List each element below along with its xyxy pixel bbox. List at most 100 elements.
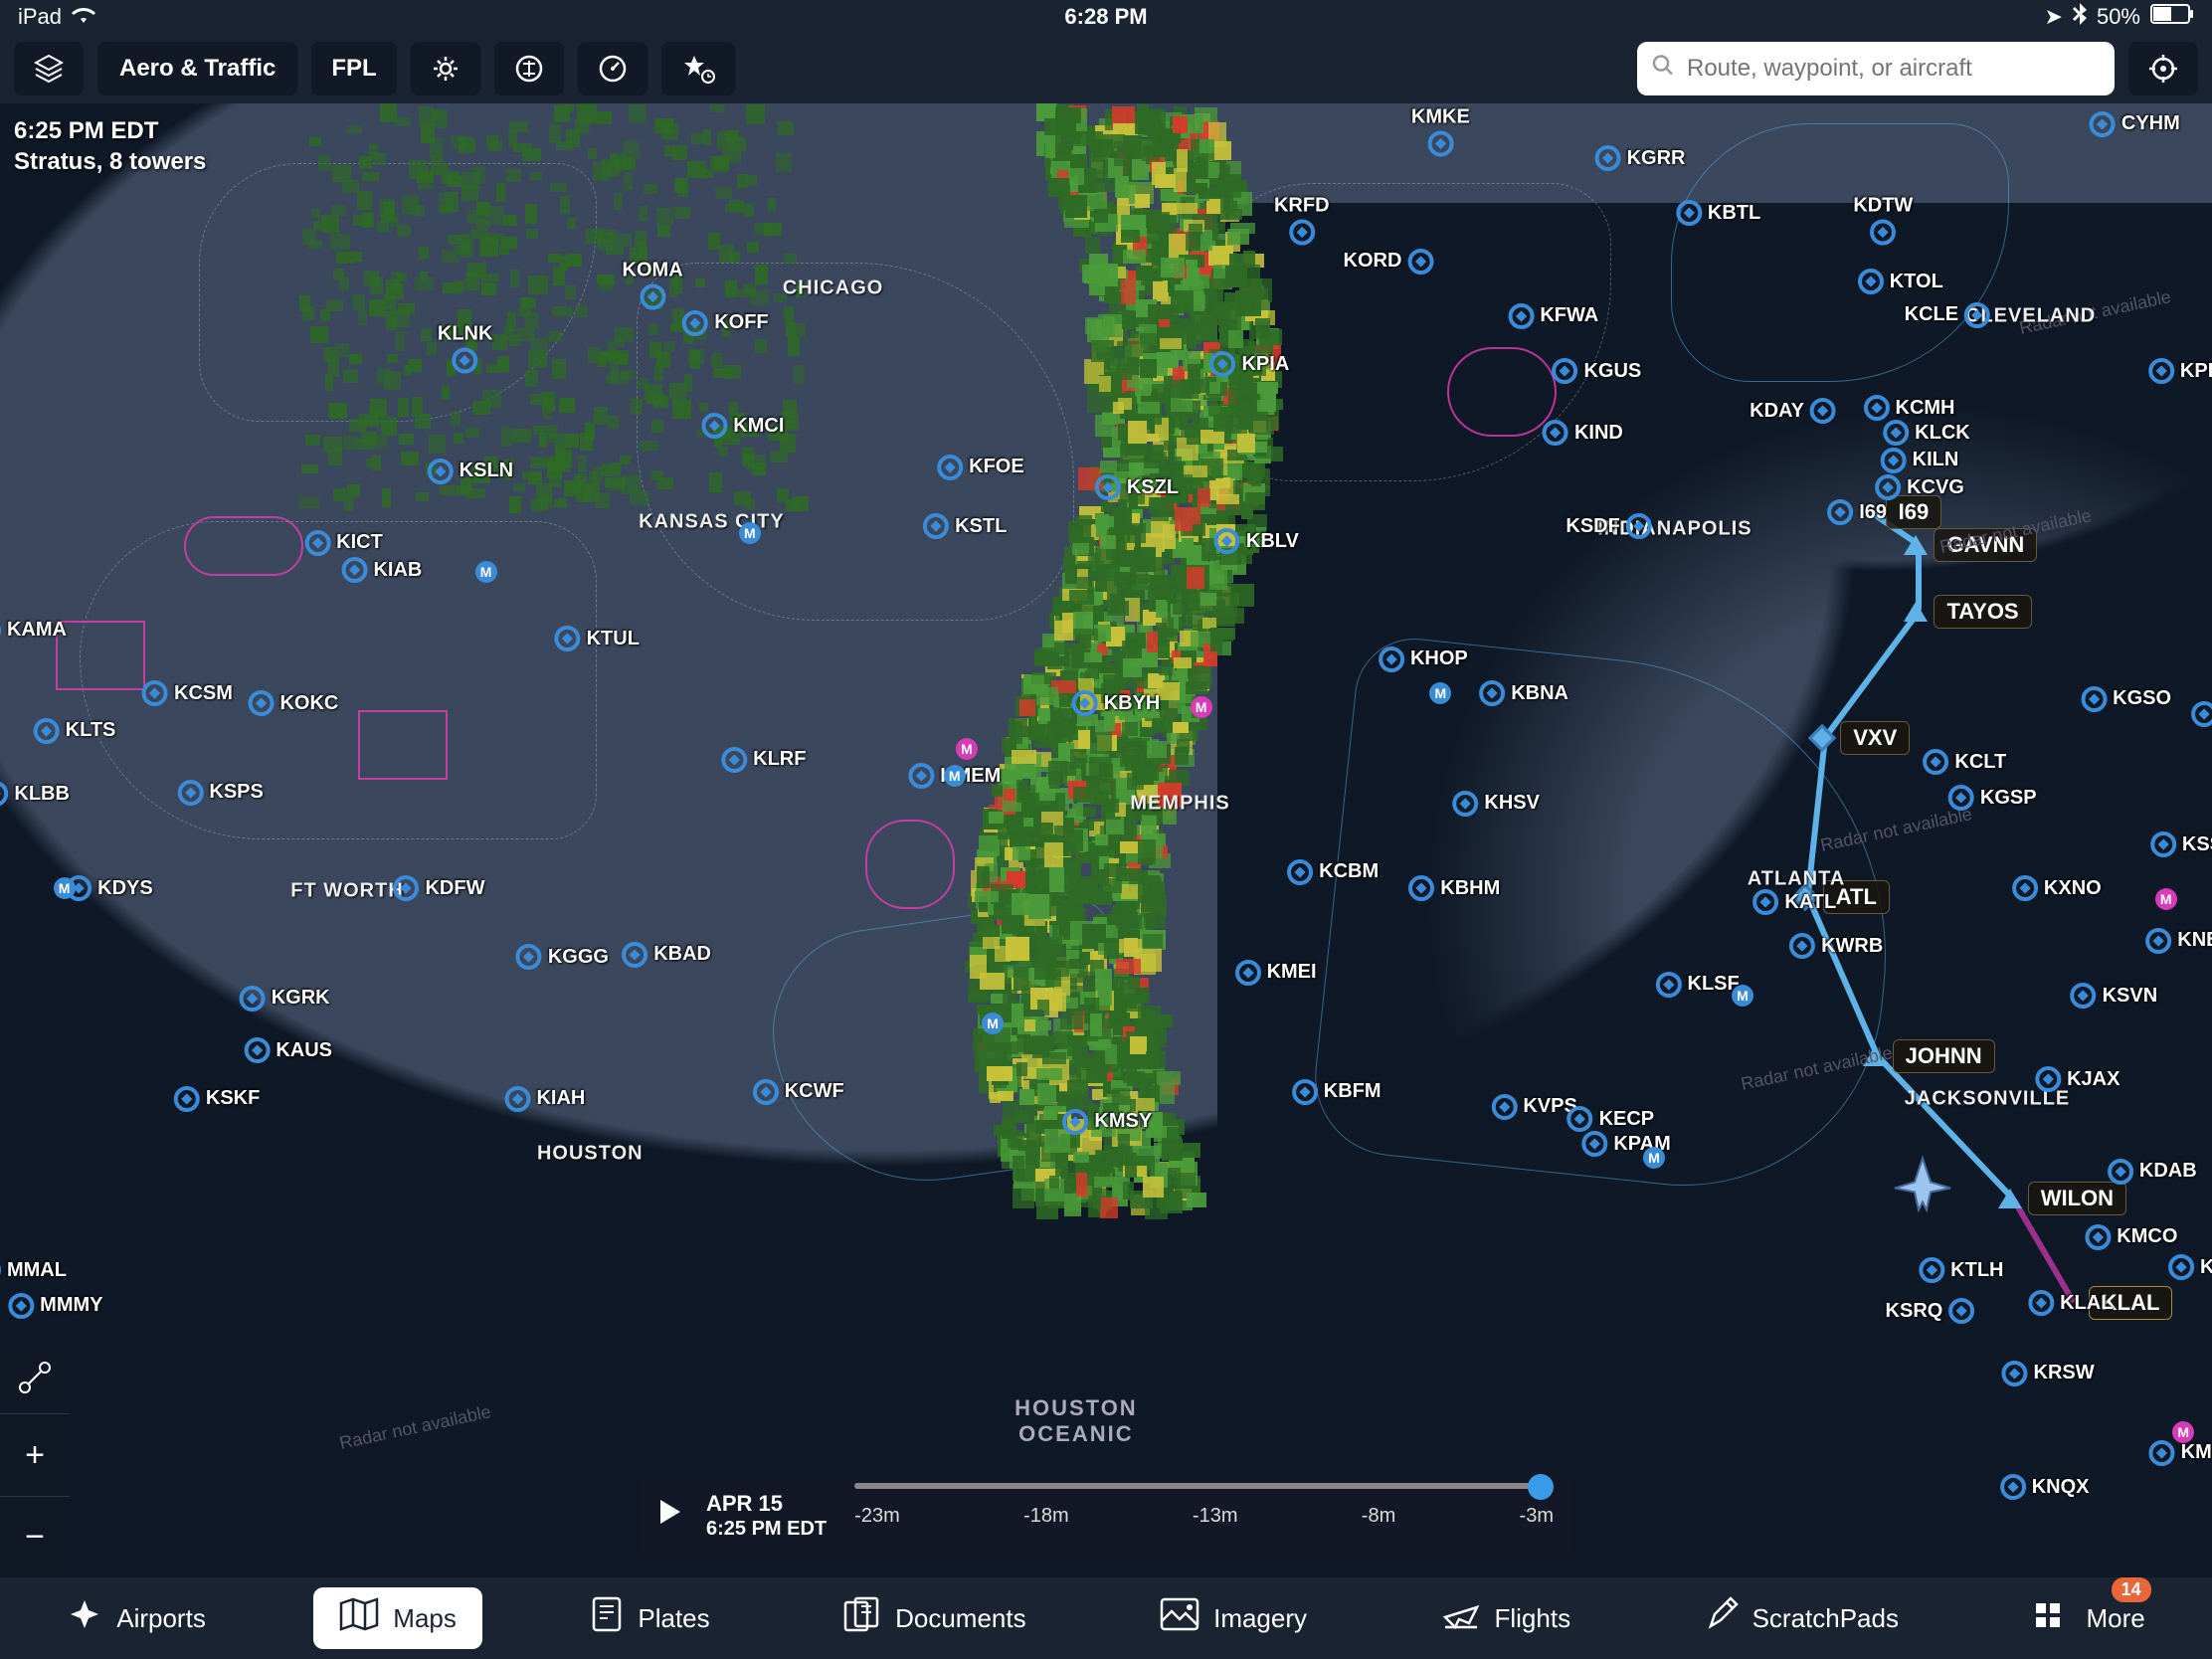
layers-button[interactable] — [14, 42, 84, 95]
timeline-time: 6:25 PM EDT — [706, 1517, 827, 1541]
radar-source: Stratus, 8 towers — [14, 146, 206, 177]
aero-traffic-button[interactable]: Aero & Traffic — [97, 42, 297, 95]
device-label: iPad — [18, 4, 62, 30]
city-label: ATLANTA — [1748, 867, 1845, 890]
tfr-area — [184, 516, 303, 576]
radar-timeline[interactable]: APR 15 6:25 PM EDT -23m-18m-13m-8m-3m — [639, 1472, 1573, 1560]
ownship-icon — [1891, 1152, 1954, 1228]
metar-dot[interactable]: M — [739, 522, 761, 544]
settings-button[interactable] — [411, 42, 480, 95]
crosshair-icon — [2148, 54, 2178, 84]
airports-icon — [67, 1596, 102, 1640]
metar-dot[interactable]: M — [982, 1013, 1004, 1034]
city-label: JACKSONVILLE — [1905, 1087, 2070, 1110]
fpl-button[interactable]: FPL — [311, 42, 396, 95]
waypoint-chip[interactable]: VXV — [1840, 721, 1910, 755]
brightness-button[interactable] — [494, 42, 564, 95]
plates-icon — [590, 1596, 624, 1640]
metar-dot[interactable]: M — [944, 765, 966, 787]
radar-time: 6:25 PM EDT — [14, 115, 206, 146]
metar-dot[interactable]: M — [54, 877, 76, 899]
bottom-nav: Airports Maps Plates Documents Imagery Flight… — [0, 1577, 2212, 1659]
waypoint-chip[interactable]: JOHNN — [1893, 1039, 1995, 1073]
timeline-tick: -18m — [1023, 1505, 1069, 1528]
flights-icon — [1441, 1597, 1481, 1639]
nav-label: ScratchPads — [1752, 1603, 1899, 1634]
waypoint-fix-icon — [1904, 535, 1928, 555]
zoom-out-button[interactable]: − — [0, 1496, 70, 1577]
imagery-icon — [1160, 1597, 1199, 1639]
city-label: INDIANAPOLIS — [1597, 517, 1751, 540]
documents-icon — [843, 1596, 881, 1640]
nav-maps[interactable]: Maps — [313, 1587, 482, 1649]
nav-label: Documents — [895, 1603, 1026, 1634]
bluetooth-icon — [2073, 3, 2087, 31]
favorites-button[interactable] — [661, 42, 735, 95]
search-input[interactable] — [1637, 42, 2115, 95]
nav-label: Plates — [638, 1603, 709, 1634]
city-label: CHICAGO — [783, 277, 883, 300]
timeline-handle[interactable] — [1528, 1474, 1554, 1500]
nav-label: More — [2086, 1603, 2144, 1634]
search-icon — [1651, 54, 1675, 85]
nav-label: Maps — [393, 1603, 457, 1634]
metar-dot[interactable]: M — [1643, 1147, 1665, 1169]
instruments-button[interactable] — [578, 42, 647, 95]
nav-scratchpads[interactable]: ScratchPads — [1679, 1586, 1925, 1650]
tfr-area — [865, 820, 955, 909]
tfr-area — [1447, 347, 1557, 437]
maps-icon — [339, 1597, 379, 1639]
timeline-info: APR 15 6:25 PM EDT — [706, 1491, 827, 1541]
location-icon: ➤ — [2045, 4, 2063, 30]
top-toolbar: Aero & Traffic FPL — [0, 34, 2212, 103]
map-status-overlay: 6:25 PM EDT Stratus, 8 towers — [14, 115, 206, 177]
waypoint-chip[interactable]: KLAL — [2089, 1286, 2173, 1320]
metar-dot[interactable]: M — [1732, 985, 1753, 1007]
zoom-controls: + − — [0, 1341, 70, 1577]
gear-icon — [431, 54, 461, 84]
metar-dot[interactable]: M — [2172, 1421, 2194, 1443]
nav-flights[interactable]: Flights — [1415, 1587, 1597, 1649]
metar-dot[interactable]: M — [2155, 888, 2177, 910]
brightness-icon — [514, 54, 544, 84]
nav-plates[interactable]: Plates — [564, 1586, 735, 1650]
play-button[interactable] — [658, 1498, 682, 1534]
tfr-area — [56, 621, 145, 690]
timeline-tick: -23m — [854, 1505, 900, 1528]
zoom-in-button[interactable]: + — [0, 1414, 70, 1496]
battery-icon — [2150, 4, 2194, 30]
nav-documents[interactable]: Documents — [818, 1586, 1052, 1650]
waypoint-chip[interactable]: TAYOS — [1934, 595, 2031, 629]
waypoint-fix-icon — [1998, 1189, 2022, 1208]
wifi-icon — [72, 4, 95, 30]
timeline-track[interactable] — [854, 1483, 1554, 1489]
status-bar: iPad 6:28 PM ➤ 50% — [0, 0, 2212, 34]
waypoint-chip[interactable]: I69 — [1886, 495, 1942, 529]
clock: 6:28 PM — [1064, 4, 1147, 30]
metar-dot[interactable]: M — [1429, 682, 1451, 704]
timeline-ticks[interactable]: -23m-18m-13m-8m-3m — [854, 1505, 1554, 1528]
city-label: HOUSTON — [537, 1142, 644, 1165]
metar-dot[interactable]: M — [475, 561, 497, 583]
layers-icon — [34, 54, 64, 84]
nav-badge: 14 — [2112, 1577, 2151, 1602]
more-icon — [2032, 1597, 2072, 1639]
city-label: MEMPHIS — [1130, 792, 1229, 815]
battery-pct: 50% — [2097, 4, 2140, 30]
nav-label: Airports — [116, 1603, 206, 1634]
nav-airports[interactable]: Airports — [41, 1586, 232, 1650]
timeline-tick: -3m — [1520, 1505, 1554, 1528]
nav-imagery[interactable]: Imagery — [1134, 1587, 1333, 1649]
timeline-date: APR 15 — [706, 1491, 827, 1517]
waypoint-fix-icon — [1904, 602, 1928, 622]
artcc-boundary — [80, 521, 597, 839]
city-label: KANSAS CITY — [639, 510, 785, 533]
waypoint-chip[interactable]: WILON — [2028, 1182, 2126, 1215]
center-gps-button[interactable] — [2128, 42, 2198, 95]
nav-more[interactable]: More14 — [2006, 1587, 2170, 1649]
gauge-icon — [598, 54, 628, 84]
map-canvas[interactable]: I69GAVNNTAYOSVXVATLJOHNNWILONKLAL 6:25 P… — [0, 103, 2212, 1577]
metar-dot[interactable]: M — [1191, 696, 1212, 718]
metar-dot[interactable]: M — [956, 738, 978, 760]
route-tool-button[interactable] — [0, 1341, 70, 1414]
